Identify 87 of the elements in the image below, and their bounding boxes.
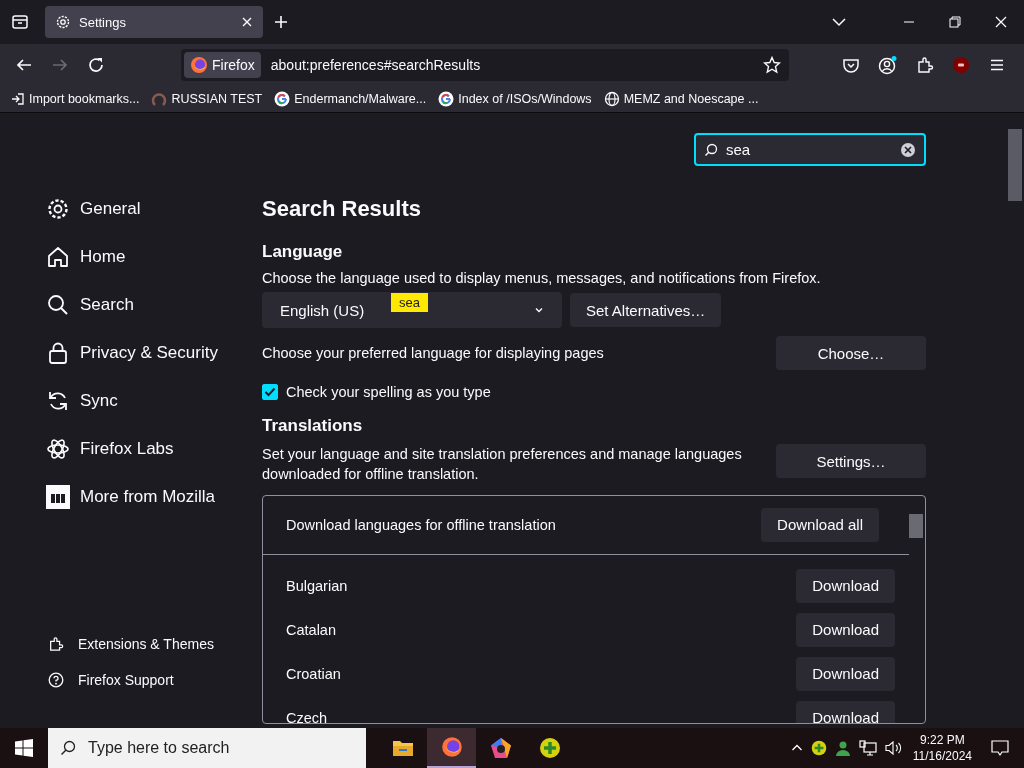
section-description: Set your language and site translation preferences and manage languages downloaded for offline translation. xyxy=(262,445,743,485)
url-text: about:preferences#searchResults xyxy=(270,56,481,73)
star-icon[interactable] xyxy=(763,55,781,74)
network-icon[interactable] xyxy=(858,740,877,756)
firefox-logo-icon xyxy=(190,55,208,74)
identity-badge[interactable]: Firefox xyxy=(184,51,261,78)
category-item[interactable]: Home xyxy=(46,241,262,273)
bookmark-item[interactable]: Endermanch/Malware... xyxy=(274,90,427,107)
bookmark-item[interactable]: RUSSIAN TEST xyxy=(151,90,263,107)
language-name: Catalan xyxy=(286,621,336,638)
folder-icon xyxy=(391,738,414,758)
clear-icon[interactable] xyxy=(900,141,916,158)
import-icon xyxy=(11,91,25,106)
category-item[interactable]: Privacy & Security xyxy=(46,337,262,369)
mozilla-logo-icon xyxy=(46,485,70,509)
search-icon xyxy=(704,142,718,157)
bookmark-item[interactable]: MEMZ and Noescape ... xyxy=(603,90,759,107)
puzzle-icon[interactable] xyxy=(916,55,934,74)
speaker-icon[interactable] xyxy=(884,740,903,756)
restore-icon[interactable] xyxy=(949,16,961,28)
gear-icon xyxy=(55,14,71,30)
taskbar-app[interactable] xyxy=(427,728,476,768)
language-name: Czech xyxy=(286,709,328,723)
gear-icon xyxy=(46,197,70,221)
tab-title: Settings xyxy=(79,14,127,30)
chevron-down-icon xyxy=(534,305,544,315)
category-item[interactable]: General xyxy=(46,193,262,225)
download-all-button[interactable]: Download all xyxy=(761,507,879,542)
category-item[interactable]: Firefox Labs xyxy=(46,433,262,465)
google-logo-icon xyxy=(274,90,291,107)
google-logo-icon xyxy=(438,90,455,107)
list-header: Download languages for offline translation xyxy=(286,516,556,533)
plus-circle-icon[interactable] xyxy=(810,740,827,756)
windows-start-icon[interactable] xyxy=(15,739,33,757)
sidebar-link[interactable]: Firefox Support xyxy=(46,672,262,688)
language-name: Croatian xyxy=(286,665,341,682)
checkbox[interactable] xyxy=(262,384,278,400)
ring-icon xyxy=(151,90,168,107)
search-icon xyxy=(46,293,70,317)
category-item[interactable]: More from Mozilla xyxy=(46,481,262,513)
plus-circle-icon xyxy=(538,737,561,759)
search-highlight-tooltip: sea xyxy=(391,293,428,312)
firefox-logo-icon xyxy=(440,736,463,758)
translation-settings-button[interactable]: Settings… xyxy=(776,444,926,478)
download-button[interactable]: Download xyxy=(796,656,895,691)
download-button[interactable]: Download xyxy=(796,700,895,723)
search-input[interactable]: Type here to search xyxy=(86,738,350,758)
spellcheck-checkbox[interactable]: Check your spelling as you type xyxy=(262,384,926,400)
atom-icon xyxy=(46,437,70,461)
help-icon xyxy=(48,672,64,688)
close-icon[interactable] xyxy=(995,16,1007,28)
account-icon[interactable] xyxy=(878,54,898,75)
choose-button[interactable]: Choose… xyxy=(776,336,926,370)
search-field[interactable]: sea xyxy=(694,133,926,166)
reload-icon[interactable] xyxy=(87,55,105,74)
section-description: Choose the language used to display menus, messages, and notifications from Firefox. xyxy=(262,270,822,286)
bookmark-item[interactable]: Index of /ISOs/Windows xyxy=(438,90,592,107)
set-alternatives-button[interactable]: Set Alternatives… xyxy=(570,293,722,327)
lock-icon xyxy=(46,341,70,365)
globe-icon xyxy=(603,90,620,107)
category-item[interactable]: Sync xyxy=(46,385,262,417)
language-name: Bulgarian xyxy=(286,577,348,594)
pentagon-icon xyxy=(489,737,512,759)
notification-icon[interactable] xyxy=(990,738,1010,758)
new-tab-icon[interactable] xyxy=(273,14,289,30)
section-title: Language xyxy=(262,242,344,262)
bookmark-item[interactable]: Import bookmarks... xyxy=(11,91,140,106)
house-icon xyxy=(46,245,70,269)
sync-icon xyxy=(46,389,70,413)
category-item[interactable]: Search xyxy=(46,289,262,321)
browser-tab[interactable]: Settings xyxy=(45,6,263,38)
section-title: Translations xyxy=(262,416,364,436)
puzzle-icon xyxy=(48,636,64,652)
download-button[interactable]: Download xyxy=(796,568,895,603)
address-bar[interactable]: Firefox about:preferences#searchResults xyxy=(181,48,789,81)
search-icon xyxy=(60,740,76,756)
taskbar-search-field[interactable]: Type here to search xyxy=(48,728,366,768)
tab-list-icon[interactable] xyxy=(11,13,29,31)
setting-label: Choose your preferred language for displaying pages xyxy=(262,345,604,361)
download-button[interactable]: Download xyxy=(796,612,895,647)
clock[interactable]: 9:22 PM 11/16/2024 xyxy=(912,731,972,765)
person-icon[interactable] xyxy=(834,740,851,756)
shield-extension-icon[interactable] xyxy=(952,55,970,74)
close-icon[interactable] xyxy=(241,16,253,28)
page-heading: Search Results xyxy=(262,196,422,222)
sidebar-link[interactable]: Extensions & Themes xyxy=(46,636,262,652)
search-input[interactable]: sea xyxy=(724,140,894,159)
